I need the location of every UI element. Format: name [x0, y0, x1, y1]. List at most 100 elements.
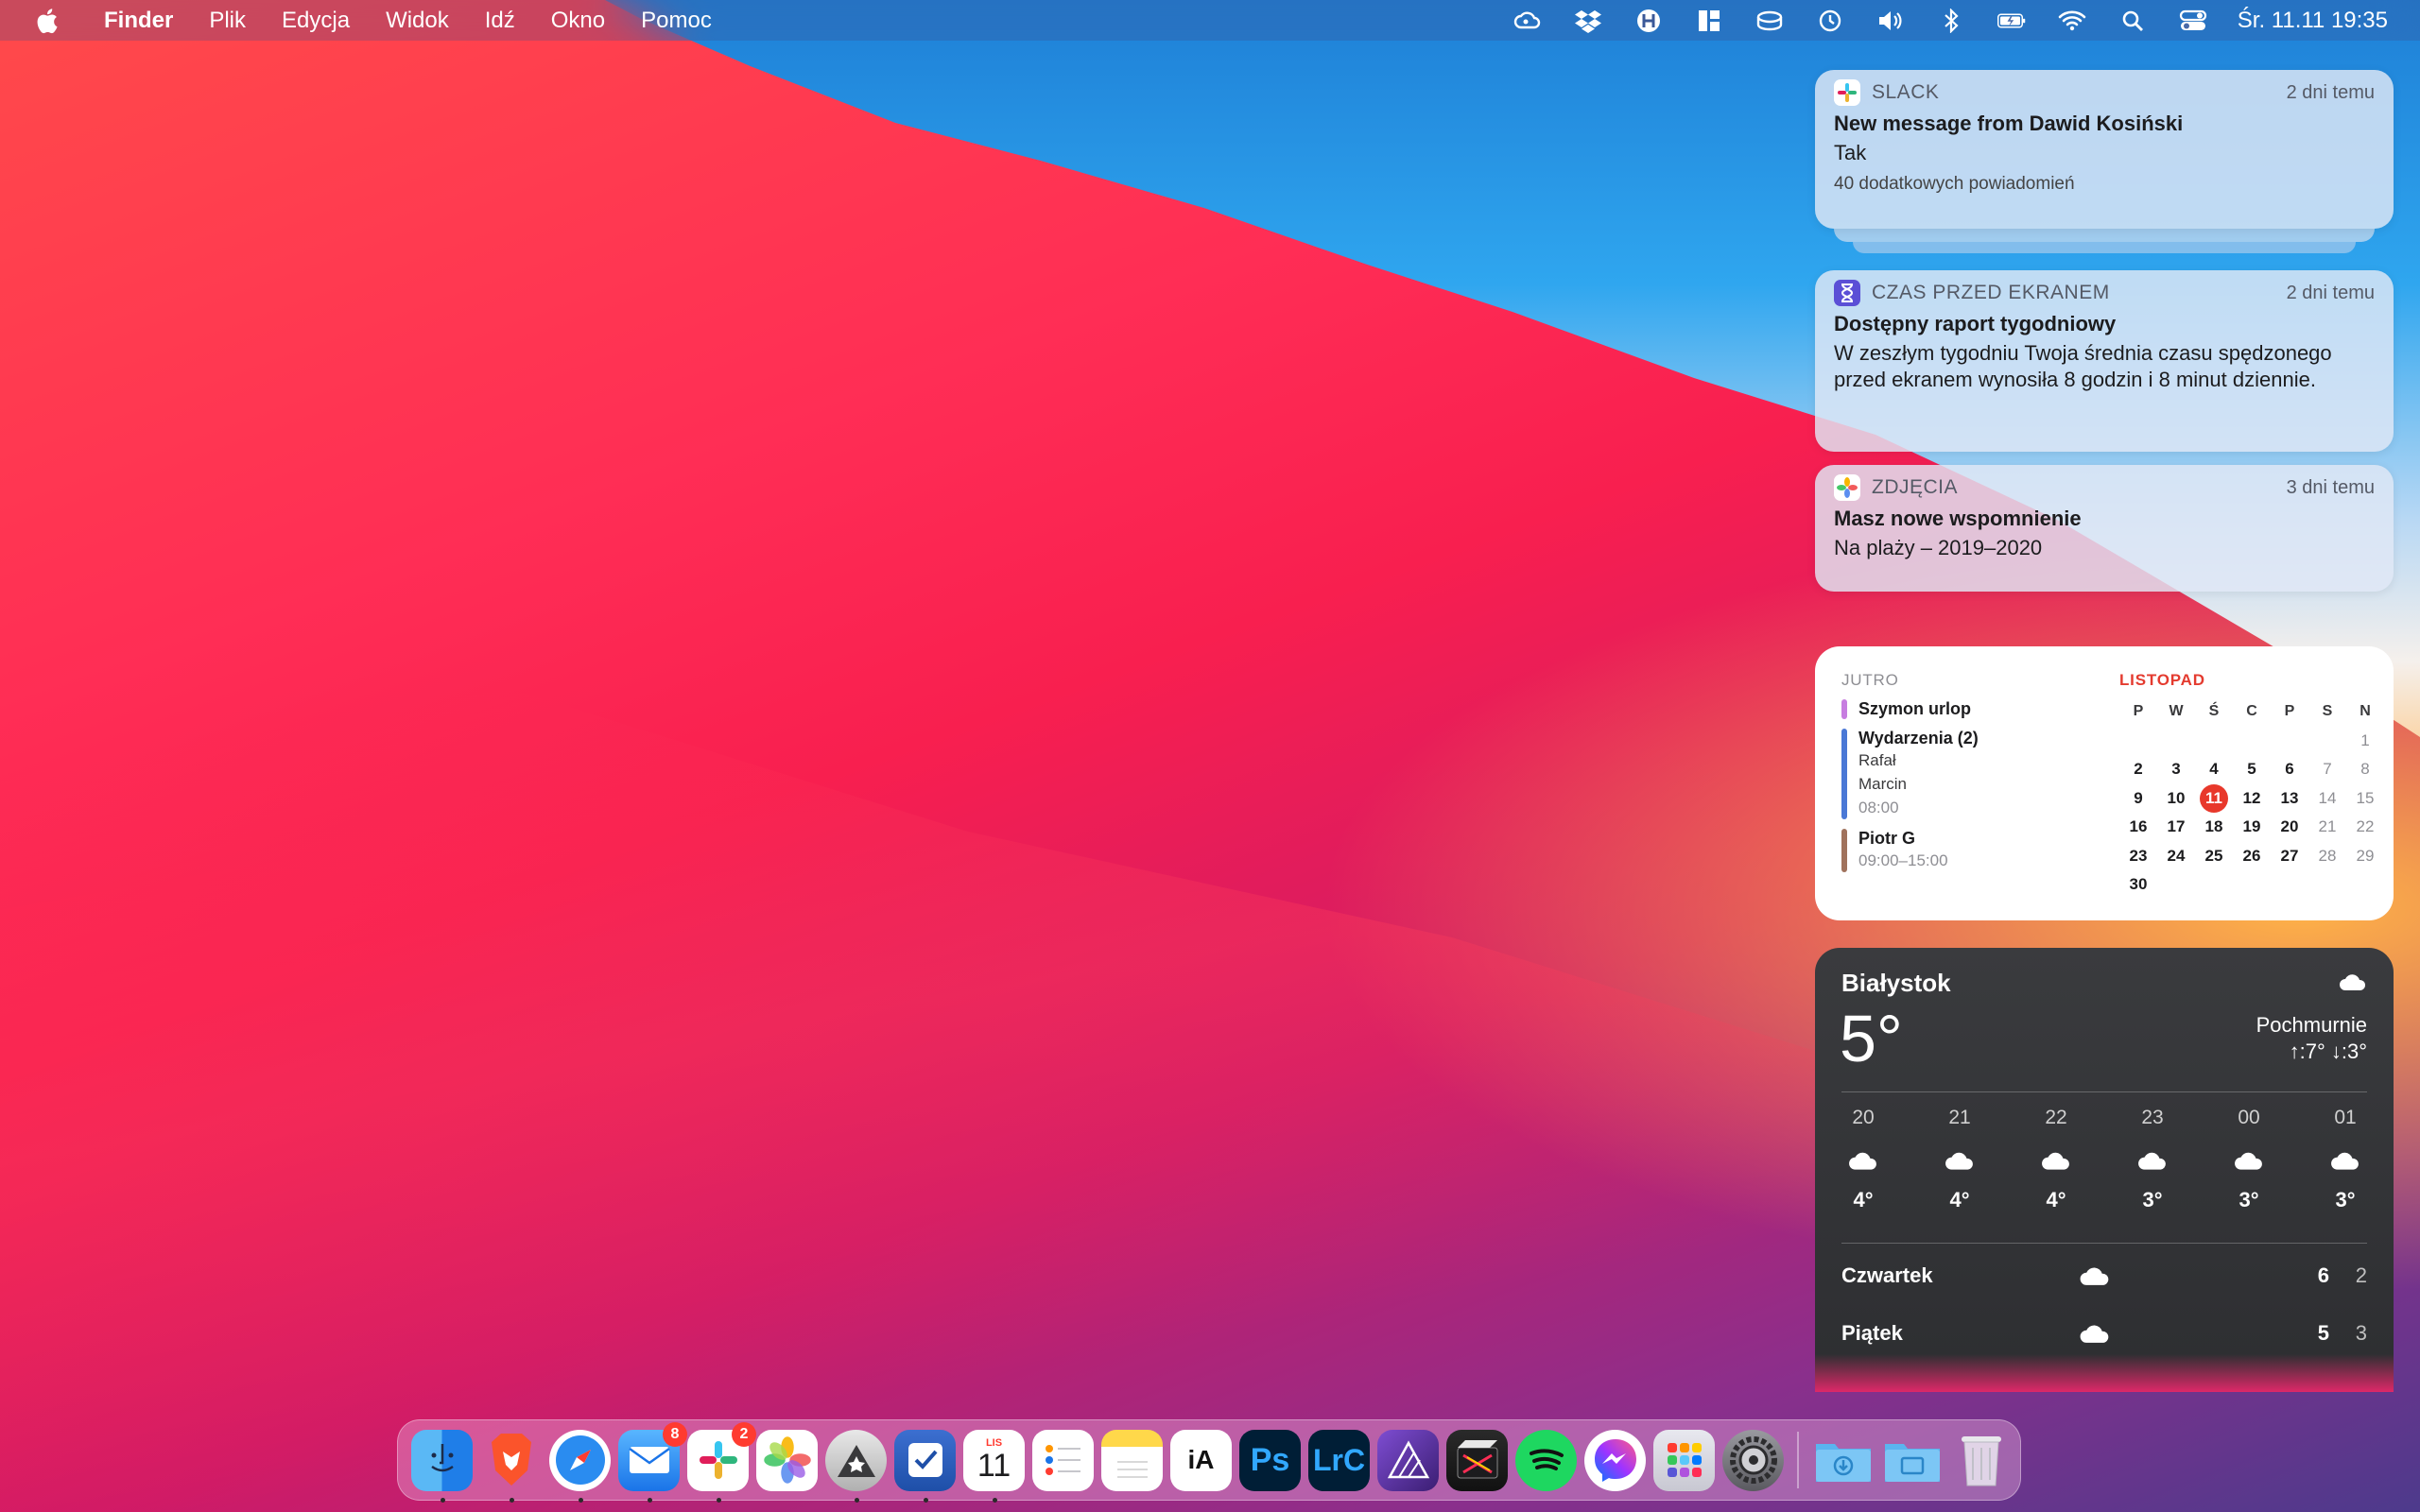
dock-trash[interactable]	[1950, 1430, 2012, 1491]
menu-item-plik[interactable]: Plik	[209, 8, 246, 34]
hour-temp: 3°	[2335, 1188, 2356, 1211]
dock-app-brave[interactable]	[480, 1430, 542, 1503]
cloud-icon	[2068, 1265, 2121, 1286]
weekday-header: C	[2246, 703, 2257, 719]
calendar-day[interactable]: 7	[2308, 755, 2346, 784]
menu-item-pomoc[interactable]: Pomoc	[641, 8, 712, 34]
menu-app-name[interactable]: Finder	[104, 8, 173, 34]
wifi-icon[interactable]	[2056, 8, 2088, 34]
dock-app-photoshop[interactable]: Ps	[1239, 1429, 1301, 1491]
dock-app-reminders[interactable]	[1032, 1429, 1094, 1491]
calendar-day[interactable]: 27	[2271, 842, 2308, 871]
dock-app-messenger[interactable]	[1584, 1429, 1646, 1491]
calendar-day[interactable]: 17	[2157, 813, 2195, 842]
apple-menu-icon[interactable]	[34, 7, 59, 35]
bluetooth-icon[interactable]	[1935, 8, 1967, 34]
calendar-event[interactable]: Szymon urlop	[1841, 699, 2097, 719]
calendar-empty-cell	[2271, 727, 2308, 756]
notification-time: 2 dni temu	[2286, 81, 2375, 103]
dock-app-notes[interactable]	[1101, 1429, 1163, 1491]
divider	[1841, 1091, 2367, 1092]
spotlight-icon[interactable]	[2117, 8, 2149, 34]
volume-icon[interactable]	[1875, 8, 1907, 34]
calendar-day[interactable]: 3	[2157, 755, 2195, 784]
dock-app-mail[interactable]: 8	[618, 1421, 687, 1503]
dock-app-affinity-photo[interactable]	[1377, 1429, 1439, 1491]
calendar-day[interactable]: 30	[2119, 870, 2157, 900]
dock: 8 2 LIS 11 iA Ps LrC	[397, 1419, 2021, 1503]
menu-item-idz[interactable]: Idź	[485, 8, 515, 34]
calendar-day[interactable]: 18	[2195, 813, 2233, 842]
weekday-header: Ś	[2208, 703, 2220, 719]
calendar-day[interactable]: 8	[2346, 755, 2384, 784]
hour-forecast: 01 3°	[2324, 1107, 2367, 1212]
dock-app-lightroom-classic[interactable]: LrC	[1308, 1429, 1370, 1491]
bartender-icon[interactable]	[1754, 8, 1786, 34]
weekday-header: W	[2169, 703, 2184, 719]
dock-folder-downloads[interactable]	[1812, 1430, 1874, 1491]
calendar-event[interactable]: Wydarzenia (2) Rafał Marcin 08:00	[1841, 729, 2097, 819]
calendar-day[interactable]: 10	[2157, 784, 2195, 814]
calendar-day[interactable]: 28	[2308, 842, 2346, 871]
dock-app-things[interactable]	[894, 1429, 956, 1503]
control-center-icon[interactable]	[2177, 8, 2209, 34]
dock-app-launchpad[interactable]	[1653, 1429, 1715, 1491]
notification-time: 3 dni temu	[2286, 476, 2375, 498]
menu-item-okno[interactable]: Okno	[551, 8, 605, 34]
menubar-clock[interactable]: Śr. 11.11 19:35	[2238, 8, 2388, 34]
menu-item-edycja[interactable]: Edycja	[282, 8, 350, 34]
dock-app-system-preferences[interactable]	[1722, 1429, 1784, 1491]
calendar-day[interactable]: 20	[2271, 813, 2308, 842]
calendar-day[interactable]: 22	[2346, 813, 2384, 842]
dock-app-photos[interactable]	[756, 1429, 818, 1491]
calendar-day[interactable]: 12	[2233, 784, 2271, 814]
weather-widget[interactable]: Białystok 5° Pochmurnie ↑:7° ↓:3° 20 4° 21…	[1815, 948, 2394, 1392]
dock-app-safari[interactable]	[549, 1429, 611, 1503]
calendar-day[interactable]: 13	[2271, 784, 2308, 814]
menu-item-widok[interactable]: Widok	[386, 8, 449, 34]
dropbox-icon[interactable]	[1572, 8, 1604, 34]
calendar-event[interactable]: Piotr G 09:00–15:00	[1841, 829, 2097, 872]
calendar-day[interactable]: 15	[2346, 784, 2384, 814]
creative-cloud-icon[interactable]	[1512, 8, 1544, 34]
dock-app-calendar[interactable]: LIS 11	[963, 1429, 1025, 1503]
calendar-day[interactable]: 25	[2195, 842, 2233, 871]
dock-app-spotify[interactable]	[1515, 1429, 1577, 1491]
notification-slack[interactable]: SLACK 2 dni temu New message from Dawid …	[1815, 70, 2394, 229]
event-color-bar	[1841, 729, 1847, 819]
calendar-empty-cell	[2346, 870, 2384, 900]
dock-app-slack[interactable]: 2	[687, 1421, 756, 1503]
calendar-day[interactable]: 5	[2233, 755, 2271, 784]
calendar-day[interactable]: 1	[2346, 727, 2384, 756]
calendar-widget[interactable]: JUTRO Szymon urlop Wydarzenia (2) Rafał …	[1815, 646, 2394, 920]
calendar-day[interactable]: 24	[2157, 842, 2195, 871]
running-indicator	[578, 1497, 583, 1503]
calendar-day[interactable]: 29	[2346, 842, 2384, 871]
dock-app-darkroom[interactable]	[825, 1429, 887, 1503]
event-title: Piotr G	[1858, 829, 1916, 848]
calendar-day[interactable]: 6	[2271, 755, 2308, 784]
dock-folder-documents[interactable]	[1881, 1430, 1943, 1491]
calendar-day[interactable]: 14	[2308, 784, 2346, 814]
notification-photos[interactable]: ZDJĘCIA 3 dni temu Masz nowe wspomnienie…	[1815, 465, 2394, 592]
calendar-day[interactable]: 21	[2308, 813, 2346, 842]
dock-app-final-cut-pro[interactable]	[1446, 1429, 1508, 1491]
time-machine-icon[interactable]	[1814, 8, 1846, 34]
running-indicator	[509, 1497, 514, 1503]
layout-icon[interactable]	[1693, 8, 1725, 34]
notification-stack-layer	[1834, 229, 2375, 242]
h-app-icon[interactable]	[1633, 8, 1665, 34]
calendar-day[interactable]: 4	[2195, 755, 2233, 784]
calendar-day-today[interactable]: 11	[2195, 783, 2233, 814]
calendar-day[interactable]: 9	[2119, 784, 2157, 814]
calendar-day[interactable]: 19	[2233, 813, 2271, 842]
cloud-icon	[2324, 1139, 2367, 1182]
dock-app-finder[interactable]	[411, 1429, 473, 1503]
calendar-day[interactable]: 23	[2119, 842, 2157, 871]
calendar-day[interactable]: 2	[2119, 755, 2157, 784]
dock-app-ia-writer[interactable]: iA	[1170, 1429, 1232, 1491]
notification-screen-time[interactable]: CZAS PRZED EKRANEM 2 dni temu Dostępny r…	[1815, 270, 2394, 452]
calendar-day[interactable]: 16	[2119, 813, 2157, 842]
battery-icon[interactable]	[1996, 8, 2028, 34]
calendar-day[interactable]: 26	[2233, 842, 2271, 871]
